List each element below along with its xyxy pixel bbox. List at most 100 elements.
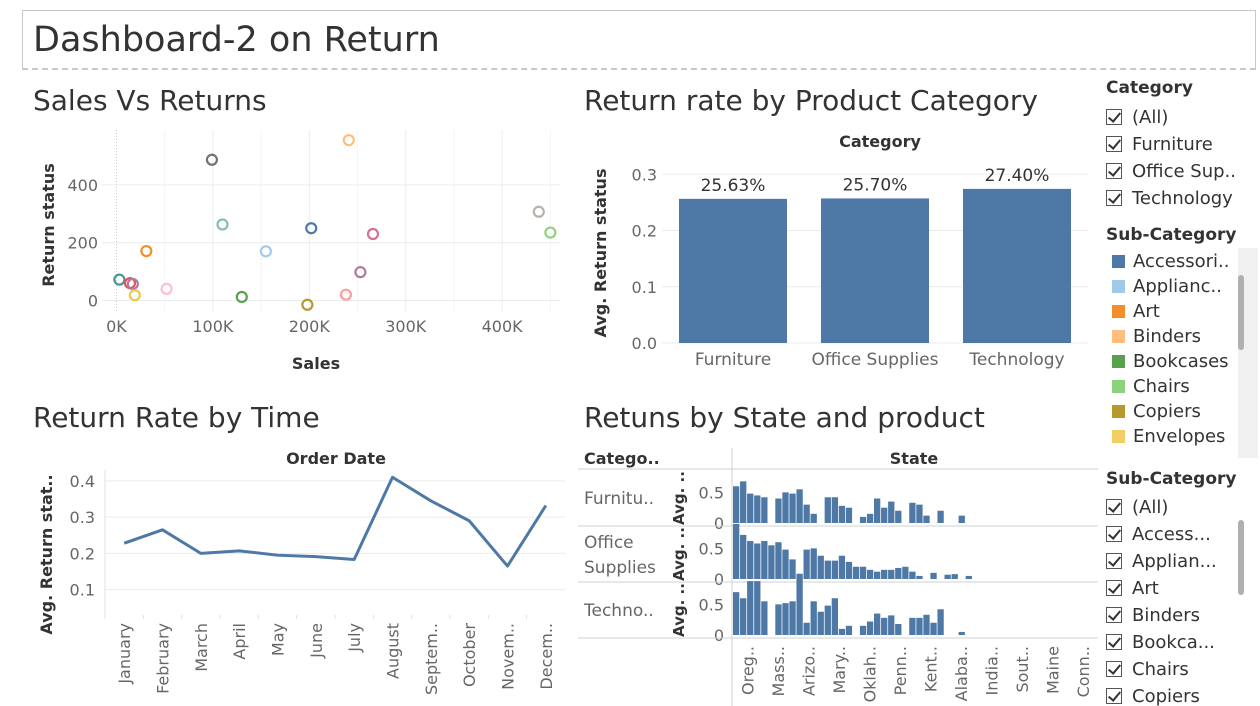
state-label: Mary.. — [830, 646, 849, 694]
legend-item[interactable]: Binders — [1112, 325, 1201, 347]
subcategory-legend: Sub-Category Accessori.. Applianc.. Art Bin… — [1096, 222, 1260, 460]
legend-label: Art — [1133, 300, 1160, 322]
legend-item[interactable]: Copiers — [1112, 400, 1201, 422]
x-tick-label: March — [192, 623, 211, 672]
subcategory-option[interactable]: Art — [1106, 577, 1159, 599]
subcategory-option-label: (All) — [1132, 496, 1169, 518]
state-bar — [824, 497, 831, 523]
subcategory-legend-title: Sub-Category — [1106, 225, 1237, 245]
state-bar — [895, 623, 902, 635]
legend-item[interactable]: Art — [1112, 300, 1160, 322]
subcategory-option[interactable]: Chairs — [1106, 658, 1189, 680]
category-option-office[interactable]: Office Sup.. — [1106, 160, 1236, 182]
state-bar — [965, 575, 972, 579]
subcategory-option[interactable]: Applian... — [1106, 550, 1217, 572]
y-tick-label: 0 — [88, 291, 98, 310]
scatter-chart[interactable]: 0K 100K 200K 300K 400K 0 200 400 Sales Return sta… — [30, 125, 570, 380]
checkbox-checked-icon[interactable] — [1106, 163, 1122, 179]
subcategory-option[interactable]: Copiers — [1106, 685, 1200, 706]
state-label: India.. — [982, 646, 1001, 695]
state-bar — [902, 566, 909, 579]
bar-header: Category — [839, 132, 921, 151]
subcategory-option[interactable]: Binders — [1106, 604, 1200, 626]
state-bar — [810, 548, 817, 579]
state-bar — [789, 493, 796, 523]
state-bar — [831, 560, 838, 579]
category-option-all[interactable]: (All) — [1106, 106, 1168, 128]
scatter-point — [301, 298, 314, 311]
state-bar — [740, 534, 747, 579]
state-bar — [951, 574, 958, 579]
state-bar — [817, 611, 824, 635]
checkbox-checked-icon[interactable] — [1106, 607, 1122, 623]
row-label: Supplies — [584, 558, 656, 578]
state-bar — [845, 625, 853, 635]
line-series — [123, 475, 548, 568]
subcategory-option[interactable]: Access... — [1106, 523, 1211, 545]
legend-item[interactable]: Chairs — [1112, 375, 1190, 397]
state-bar — [740, 598, 747, 635]
row-tick-label: 0 — [714, 514, 724, 533]
state-bar — [803, 549, 810, 579]
state-bar — [916, 575, 923, 579]
checkbox-checked-icon[interactable] — [1106, 499, 1122, 515]
legend-swatch — [1112, 304, 1125, 318]
state-bar — [782, 492, 789, 523]
checkbox-checked-icon[interactable] — [1106, 661, 1122, 677]
subcategory-filter-scrollbar[interactable] — [1238, 520, 1244, 595]
legend-label: Binders — [1133, 325, 1202, 347]
state-bar — [888, 615, 895, 635]
legend-item[interactable]: Applianc.. — [1112, 275, 1222, 297]
state-bar — [768, 545, 775, 579]
checkbox-checked-icon[interactable] — [1106, 580, 1122, 596]
state-bar — [775, 542, 782, 579]
scatter-point — [339, 288, 353, 301]
checkbox-checked-icon[interactable] — [1106, 109, 1122, 125]
state-bar — [866, 513, 874, 523]
state-bar — [810, 601, 817, 635]
state-bar — [866, 569, 874, 579]
line-time-chart[interactable]: Order Date 0.1 0.2 0.3 0.4 Avg. Return stat..… — [30, 440, 575, 706]
x-tick-label: August — [384, 623, 403, 679]
state-bar — [775, 498, 782, 523]
x-tick-label: 400K — [482, 317, 524, 336]
legend-item[interactable]: Bookcases — [1112, 350, 1229, 372]
state-bar — [803, 504, 810, 523]
subcategory-option[interactable]: Bookca... — [1106, 631, 1215, 653]
checkbox-checked-icon[interactable] — [1106, 553, 1122, 569]
bar-data-label: 25.63% — [701, 176, 766, 196]
state-label: Alaba.. — [952, 646, 971, 701]
bar-data-label: 25.70% — [843, 175, 908, 195]
x-tick-label: October — [460, 623, 479, 687]
legend-item[interactable]: Envelopes — [1112, 425, 1225, 447]
state-bar — [845, 561, 853, 579]
state-bar — [838, 628, 846, 635]
checkbox-checked-icon[interactable] — [1106, 190, 1122, 206]
checkbox-checked-icon[interactable] — [1106, 634, 1122, 650]
state-bar — [888, 569, 895, 579]
checkbox-checked-icon[interactable] — [1106, 688, 1122, 704]
category-option-technology[interactable]: Technology — [1106, 187, 1233, 209]
checkbox-checked-icon[interactable] — [1106, 136, 1122, 152]
state-bar — [796, 573, 803, 635]
legend-scrollbar[interactable] — [1238, 275, 1244, 350]
checkbox-checked-icon[interactable] — [1106, 526, 1122, 542]
bar — [963, 188, 1071, 343]
legend-label: Applianc.. — [1133, 275, 1222, 297]
state-bar — [895, 510, 902, 523]
legend-item[interactable]: Accessori.. — [1112, 250, 1229, 272]
state-bar — [874, 571, 881, 579]
legend-swatch — [1112, 254, 1125, 268]
state-label: Arizo.. — [799, 646, 818, 696]
subcategory-option[interactable]: (All) — [1106, 496, 1168, 518]
state-label: Sout.. — [1013, 646, 1032, 693]
scatter-point — [366, 227, 380, 241]
state-chart[interactable]: Catego.. State Furnitu.. Avg. .. 0 0.5 Office S… — [578, 440, 1100, 706]
state-label: Maine — [1043, 646, 1062, 694]
category-option-furniture[interactable]: Furniture — [1106, 133, 1213, 155]
scatter-point — [140, 244, 153, 258]
scatter-point — [160, 282, 173, 295]
bar-category-chart[interactable]: Category 0.0 0.1 0.2 0.3 Avg. Return status 25… — [580, 125, 1100, 380]
state-bar — [789, 601, 796, 635]
subcategory-filter-title: Sub-Category — [1106, 469, 1237, 489]
